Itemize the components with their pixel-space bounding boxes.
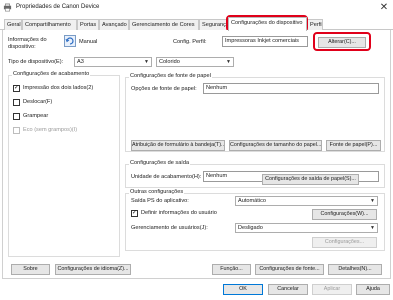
tab-avancado[interactable]: Avançado bbox=[99, 19, 129, 30]
paper-source-options-field[interactable]: Nenhum bbox=[203, 83, 379, 94]
duplex-label: Impressão dos dois lados(2) bbox=[23, 85, 94, 91]
printer-icon bbox=[3, 3, 12, 12]
font-settings-button[interactable]: Configurações de fonte... bbox=[255, 264, 324, 275]
paper-output-settings-button[interactable]: Configurações de saída de papel(S)... bbox=[262, 174, 359, 185]
device-type-label: Tipo de dispositivo(E): bbox=[8, 59, 64, 65]
eco-label: Eco (sem grampos)(I) bbox=[23, 127, 78, 133]
ps-output-select[interactable]: Automático ▼ bbox=[235, 196, 378, 206]
chevron-down-icon: ▼ bbox=[226, 59, 231, 65]
paper-size-settings-button[interactable]: Configurações de tamanho do papel... bbox=[229, 140, 322, 151]
paper-source-button[interactable]: Fonte de papel(P)... bbox=[326, 140, 381, 151]
about-button[interactable]: Sobre bbox=[11, 264, 50, 275]
user-management-select[interactable]: Desligado ▼ bbox=[235, 223, 378, 233]
details-button[interactable]: Detalhes(N)... bbox=[328, 264, 382, 275]
title-bar: Propriedades de Canon Device ✕ bbox=[0, 0, 393, 16]
apply-button[interactable]: Aplicar bbox=[312, 284, 352, 295]
function-button[interactable]: Função... bbox=[212, 264, 251, 275]
offset-checkbox[interactable] bbox=[13, 99, 20, 106]
finishing-group-title: Configurações de acabamento bbox=[12, 71, 91, 78]
define-user-checkbox[interactable]: ✓ bbox=[131, 210, 138, 217]
tab-perfil[interactable]: Perfil bbox=[307, 19, 323, 30]
user-settings-button[interactable]: Configurações(W)... bbox=[312, 209, 377, 220]
finishing-unit-label: Unidade de acabamento(H): bbox=[131, 174, 202, 180]
other-settings-group-title: Outras configurações bbox=[129, 189, 185, 196]
ok-button[interactable]: OK bbox=[223, 284, 263, 295]
tab-configuracoes-dispositivo[interactable]: Configurações do dispositivo bbox=[228, 17, 307, 31]
help-button[interactable]: Ajuda bbox=[356, 284, 390, 295]
chevron-down-icon: ▼ bbox=[144, 59, 149, 65]
define-user-label: Definir informações do usuário bbox=[141, 210, 217, 216]
config-profile-field[interactable]: Impressoras Inkjet comerciais bbox=[222, 36, 308, 47]
output-group-title: Configurações de saída bbox=[129, 160, 191, 167]
paper-source-options-label: Opções de fonte de papel: bbox=[131, 86, 197, 92]
user-management-label: Gerenciamento de usuários(J): bbox=[131, 225, 208, 231]
chevron-down-icon: ▼ bbox=[370, 198, 375, 204]
staple-checkbox[interactable] bbox=[13, 113, 20, 120]
staple-label: Grampear bbox=[23, 113, 49, 119]
user-management-value: Desligado bbox=[238, 225, 263, 231]
cancel-button[interactable]: Cancelar bbox=[268, 284, 308, 295]
tray-assignment-button[interactable]: Atribuição de formulário à bandeja(T)... bbox=[131, 140, 225, 151]
refresh-icon[interactable] bbox=[64, 35, 76, 47]
config-profile-label: Config. Perfil: bbox=[173, 39, 207, 45]
device-info-label: Informações do dispositivo: bbox=[8, 37, 47, 50]
color-mode-select[interactable]: Colorido ▼ bbox=[156, 57, 234, 67]
tab-seguranca[interactable]: Segurança bbox=[199, 19, 228, 30]
chevron-down-icon: ▼ bbox=[370, 225, 375, 231]
offset-label: Deslocar(F) bbox=[23, 99, 53, 105]
paper-source-group-title: Configurações de fonte de papel bbox=[129, 73, 212, 80]
paper-size-select[interactable]: A3 ▼ bbox=[74, 57, 152, 67]
color-mode-value: Colorido bbox=[159, 59, 180, 65]
tab-compartilhamento[interactable]: Compartilhamento bbox=[22, 19, 77, 30]
tab-bar: Geral Compartilhamento Portas Avançado G… bbox=[0, 16, 393, 31]
eco-checkbox[interactable] bbox=[13, 127, 20, 134]
user-management-settings-button[interactable]: Configurações... bbox=[312, 237, 377, 248]
tab-geral[interactable]: Geral bbox=[4, 19, 22, 30]
close-icon[interactable]: ✕ bbox=[378, 2, 390, 14]
duplex-checkbox[interactable]: ✓ bbox=[13, 85, 20, 92]
paper-size-value: A3 bbox=[77, 59, 84, 65]
tab-gerenciamento-cores[interactable]: Gerenciamento de Cores bbox=[129, 19, 199, 30]
change-button-highlight bbox=[313, 32, 371, 51]
language-settings-button[interactable]: Configurações de idioma(Z)... bbox=[55, 264, 131, 275]
window-title: Propriedades de Canon Device bbox=[16, 4, 100, 10]
ps-output-label: Saída PS do aplicativo: bbox=[131, 198, 189, 204]
device-info-mode: Manual bbox=[79, 39, 98, 45]
tab-portas[interactable]: Portas bbox=[77, 19, 99, 30]
ps-output-value: Automático bbox=[238, 198, 266, 204]
